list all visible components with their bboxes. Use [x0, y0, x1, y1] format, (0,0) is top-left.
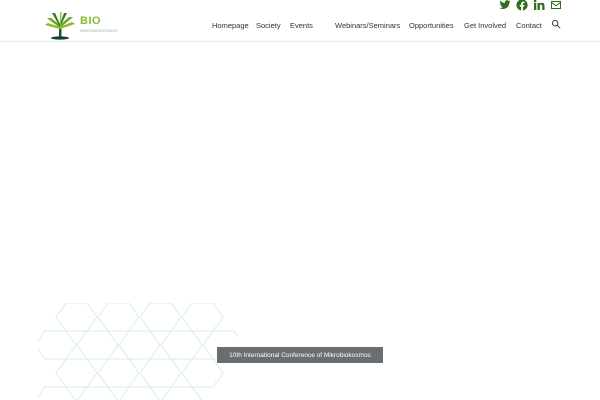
social-bar: [0, 0, 600, 11]
search-icon[interactable]: [551, 19, 561, 29]
nav-webinars-seminars[interactable]: Webinars/Seminars: [335, 10, 400, 41]
conference-button[interactable]: 10th International Conference of Mikrobi…: [217, 347, 383, 363]
nav-events[interactable]: Events: [290, 10, 313, 41]
site-header: BIO MIKROBIOKOSMOS Homepage Society Even…: [0, 10, 600, 42]
nav-homepage[interactable]: Homepage: [212, 10, 249, 41]
nav-contact[interactable]: Contact: [516, 10, 542, 41]
nav-opportunities[interactable]: Opportunities: [409, 10, 454, 41]
site-logo[interactable]: BIO MIKROBIOKOSMOS: [44, 12, 118, 40]
hexagon-pattern-decoration: [38, 303, 238, 400]
logo-text: BIO: [80, 15, 102, 27]
logo-subtext: MIKROBIOKOSMOS: [80, 28, 118, 33]
tree-logo-icon: [45, 12, 75, 40]
nav-society[interactable]: Society: [256, 10, 281, 41]
nav-get-involved[interactable]: Get Involved: [464, 10, 506, 41]
